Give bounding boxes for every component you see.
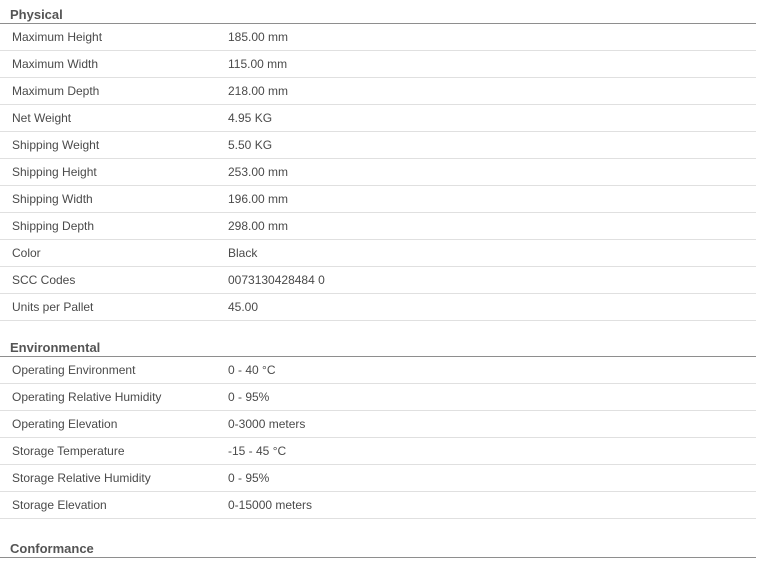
spec-label: Shipping Height	[0, 158, 228, 186]
spec-label: Shipping Width	[0, 185, 228, 213]
section-header-conformance: Conformance	[0, 534, 756, 558]
spec-value: 0 - 95%	[228, 464, 756, 492]
spec-label: Storage Relative Humidity	[0, 464, 228, 492]
spec-value: 45.00	[228, 293, 756, 321]
spec-label: Units per Pallet	[0, 293, 228, 321]
section-header-environmental: Environmental	[0, 333, 756, 357]
table-row: Shipping Weight 5.50 KG	[0, 131, 756, 159]
spec-value: 5.50 KG	[228, 131, 756, 159]
table-row: Storage Temperature -15 - 45 °C	[0, 437, 756, 465]
spec-value: 0 - 40 °C	[228, 357, 756, 384]
spec-label: Color	[0, 239, 228, 267]
spec-label: Shipping Depth	[0, 212, 228, 240]
spec-value: 0-3000 meters	[228, 410, 756, 438]
table-row: Shipping Height 253.00 mm	[0, 158, 756, 186]
table-row: Shipping Width 196.00 mm	[0, 185, 756, 213]
spec-label: SCC Codes	[0, 266, 228, 294]
spec-label: Shipping Weight	[0, 131, 228, 159]
spec-label: Operating Relative Humidity	[0, 383, 228, 411]
spec-value: 218.00 mm	[228, 77, 756, 105]
spec-label: Storage Elevation	[0, 491, 228, 519]
table-row: Net Weight 4.95 KG	[0, 104, 756, 132]
spec-label: Maximum Height	[0, 24, 228, 51]
section-header-physical: Physical	[0, 0, 756, 24]
spec-value: 253.00 mm	[228, 158, 756, 186]
table-row: Operating Relative Humidity 0 - 95%	[0, 383, 756, 411]
spec-value: Black	[228, 239, 756, 267]
table-row: Operating Elevation 0-3000 meters	[0, 410, 756, 438]
table-row: Operating Environment 0 - 40 °C	[0, 357, 756, 384]
table-row: Maximum Height 185.00 mm	[0, 24, 756, 51]
table-row: SCC Codes 0073130428484 0	[0, 266, 756, 294]
spec-label: Maximum Width	[0, 50, 228, 78]
spec-label: Operating Environment	[0, 357, 228, 384]
environmental-spec-table: Operating Environment 0 - 40 °C Operating…	[0, 357, 756, 519]
spec-value: 0-15000 meters	[228, 491, 756, 519]
table-row: Color Black	[0, 239, 756, 267]
spec-value: 298.00 mm	[228, 212, 756, 240]
table-row: Maximum Width 115.00 mm	[0, 50, 756, 78]
spec-value: 0073130428484 0	[228, 266, 756, 294]
spec-label: Storage Temperature	[0, 437, 228, 465]
spec-value: -15 - 45 °C	[228, 437, 756, 465]
table-row: Maximum Depth 218.00 mm	[0, 77, 756, 105]
spec-value: 0 - 95%	[228, 383, 756, 411]
physical-spec-table: Maximum Height 185.00 mm Maximum Width 115…	[0, 24, 756, 321]
spec-value: 115.00 mm	[228, 50, 756, 78]
spec-label: Operating Elevation	[0, 410, 228, 438]
table-row: Storage Elevation 0-15000 meters	[0, 491, 756, 519]
spec-label: Net Weight	[0, 104, 228, 132]
spec-value: 4.95 KG	[228, 104, 756, 132]
spec-value: 185.00 mm	[228, 24, 756, 51]
table-row: Storage Relative Humidity 0 - 95%	[0, 464, 756, 492]
spec-label: Maximum Depth	[0, 77, 228, 105]
table-row: Units per Pallet 45.00	[0, 293, 756, 321]
spec-value: 196.00 mm	[228, 185, 756, 213]
table-row: Shipping Depth 298.00 mm	[0, 212, 756, 240]
